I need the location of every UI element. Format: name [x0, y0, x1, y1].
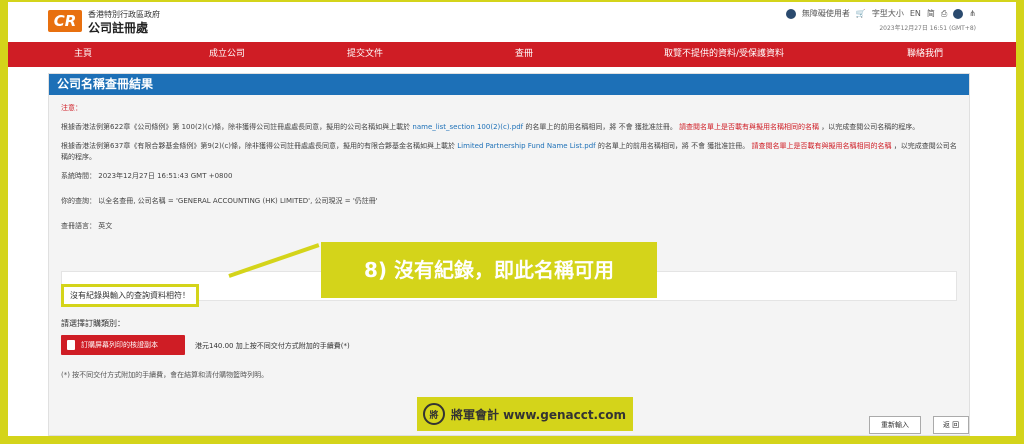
- no-record-message: 沒有紀錄與輸入的查詢資料相符！: [61, 284, 199, 307]
- query-value: 以全名查冊, 公司名稱 = 'GENERAL ACCOUNTING (HK) L…: [98, 197, 378, 205]
- share-icon[interactable]: ⋔: [969, 9, 976, 18]
- back-button[interactable]: 返 回: [933, 416, 969, 434]
- para1-text-c: ，以完成查閱公司名稱的程序。: [821, 123, 920, 131]
- order-certified-copy-button[interactable]: 訂購屏幕列印的核證副本: [61, 335, 185, 355]
- system-time-label: 系統時間：: [61, 172, 96, 180]
- person-icon: [67, 340, 75, 350]
- search-language-value: 英文: [98, 222, 113, 230]
- site-header: CR 香港特別行政區政府 公司註冊處 無障礙使用者 🛒 字型大小 EN 简 ⎙ …: [8, 2, 1016, 42]
- notice-paragraph-2: 根據香港法例第637章《有限合夥基金條例》第9(2)(c)條，除非獲得公司註冊處…: [61, 141, 957, 163]
- reenter-button[interactable]: 重新輸入: [869, 416, 921, 434]
- fee-text: 港元140.00 加上按不同交付方式附加的手續費(*): [195, 342, 350, 350]
- help-icon[interactable]: [953, 8, 964, 19]
- main-nav: 主頁 成立公司 提交文件 查冊 取覽不提供的資料/受保護資料 聯絡我們: [8, 42, 1016, 67]
- top-utilities: 無障礙使用者 🛒 字型大小 EN 简 ⎙ ⋔: [785, 8, 976, 19]
- order-type-label: 請選擇訂購類別：: [61, 319, 125, 328]
- nav-protected-info[interactable]: 取覽不提供的資料/受保護資料: [614, 42, 834, 67]
- seal-icon: 將: [423, 403, 445, 425]
- page-frame: CR 香港特別行政區政府 公司註冊處 無障礙使用者 🛒 字型大小 EN 简 ⎙ …: [8, 2, 1016, 436]
- para1-text-b: 的名單上的前用名稱相同，將 不會 獲批准註冊。: [525, 123, 677, 131]
- para2-red-text: 請查閱名單上是否載有與擬用名稱相同的名稱: [751, 142, 892, 150]
- query-row: 你的查詢： 以全名查冊, 公司名稱 = 'GENERAL ACCOUNTING …: [61, 196, 957, 207]
- accessibility-link[interactable]: 無障礙使用者: [802, 8, 850, 19]
- nav-contact[interactable]: 聯絡我們: [834, 42, 1016, 67]
- fee-footnote: (*) 按不同交付方式附加的手續費，會在結算和清付購物籃時列明。: [61, 371, 269, 379]
- accessibility-icon[interactable]: [785, 8, 796, 19]
- para1-red-text: 請查閱名單上是否載有與擬用名稱相同的名稱: [679, 123, 820, 131]
- lpf-name-list-pdf-link[interactable]: Limited Partnership Fund Name List.pdf: [457, 142, 595, 150]
- nav-home[interactable]: 主頁: [8, 42, 158, 67]
- nav-submit-docs[interactable]: 提交文件: [296, 42, 434, 67]
- header-timestamp: 2023年12月27日 16:51 (GMT+8): [879, 25, 976, 32]
- system-time-row: 系統時間： 2023年12月27日 16:51:43 GMT +0800: [61, 171, 957, 182]
- order-button-label: 訂購屏幕列印的核證副本: [81, 341, 158, 349]
- notice-paragraph-1: 根據香港法例第622章《公司條例》第 100(2)(c)條，除非獲得公司註冊處處…: [61, 122, 957, 133]
- panel-title: 公司名稱查冊結果: [49, 74, 969, 95]
- watermark-text: 將軍會計 www.genacct.com: [451, 407, 626, 422]
- cr-logo[interactable]: CR: [48, 10, 82, 32]
- lang-en-link[interactable]: EN: [910, 9, 921, 18]
- para1-text-a: 根據香港法例第622章《公司條例》第 100(2)(c)條，除非獲得公司註冊處處…: [61, 123, 411, 131]
- logo-line2: 公司註冊處: [88, 21, 149, 35]
- nav-incorporate[interactable]: 成立公司: [158, 42, 296, 67]
- para2-text-a: 根據香港法例第637章《有限合夥基金條例》第9(2)(c)條，除非獲得公司註冊處…: [61, 142, 456, 150]
- note-label: 注意：: [61, 104, 82, 112]
- name-list-pdf-link[interactable]: name_list_section 100(2)(c).pdf: [412, 123, 523, 131]
- search-result-panel: 公司名稱查冊結果 注意： 根據香港法例第622章《公司條例》第 100(2)(c…: [48, 73, 970, 436]
- system-time-value: 2023年12月27日 16:51:43 GMT +0800: [98, 172, 233, 180]
- nav-search[interactable]: 查冊: [434, 42, 614, 67]
- query-label: 你的查詢：: [61, 197, 96, 205]
- print-icon[interactable]: ⎙: [941, 9, 947, 19]
- para2-text-b: 的名單上的前用名稱相同，將 不會 獲批准註冊。: [597, 142, 750, 150]
- search-language-row: 查冊語言： 英文: [61, 221, 957, 232]
- font-size-link[interactable]: 字型大小: [872, 8, 904, 19]
- watermark-banner: 將 將軍會計 www.genacct.com: [417, 397, 633, 431]
- annotation-callout: 8) 沒有紀錄，即此名稱可用: [321, 242, 657, 298]
- panel-body: 注意： 根據香港法例第622章《公司條例》第 100(2)(c)條，除非獲得公司…: [49, 95, 969, 254]
- cart-icon[interactable]: 🛒: [856, 9, 866, 18]
- search-language-label: 查冊語言：: [61, 222, 96, 230]
- lang-sc-link[interactable]: 简: [927, 8, 935, 19]
